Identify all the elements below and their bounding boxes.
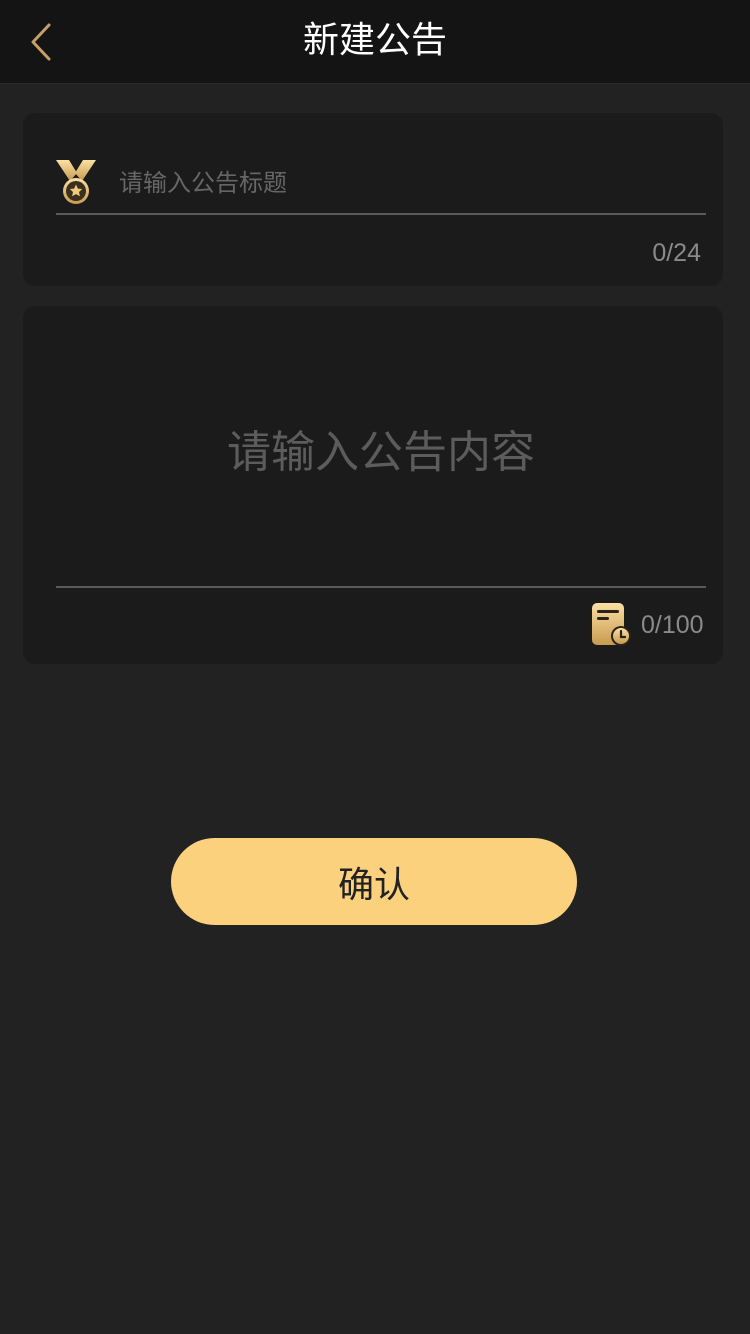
- page-title: 新建公告: [302, 20, 447, 61]
- history-list-icon[interactable]: [590, 601, 632, 647]
- content-textarea[interactable]: [56, 326, 706, 576]
- title-char-counter: 0/24: [652, 239, 701, 267]
- content-char-counter: 0/100: [641, 611, 704, 639]
- medal-icon: [56, 160, 96, 204]
- content-underline: [56, 586, 706, 588]
- title-underline: [56, 213, 706, 215]
- title-card: 0/24: [23, 113, 723, 286]
- title-input[interactable]: [119, 163, 689, 203]
- confirm-button[interactable]: 确认: [171, 838, 577, 925]
- content-card: 0/100: [23, 306, 723, 664]
- nav-bar: 新建公告: [0, 0, 750, 84]
